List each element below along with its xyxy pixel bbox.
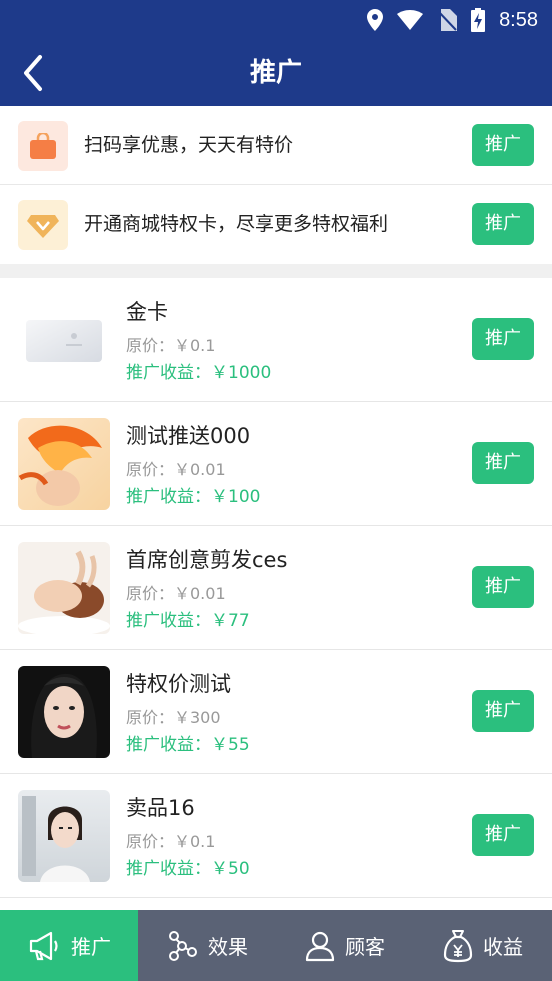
product-price: 原价：￥0.1 (126, 832, 216, 851)
promote-button[interactable]: 推广 (472, 442, 534, 484)
location-icon (367, 9, 384, 31)
promote-button[interactable]: 推广 (472, 318, 534, 360)
product-name: 金卡 (126, 300, 168, 324)
promo-row-scan: 扫码享优惠，天天有特价 推广 (0, 106, 552, 185)
product-name: 测试推送000 (126, 424, 251, 448)
product-price: 原价：￥0.01 (126, 584, 226, 603)
tab-customers[interactable]: 顾客 (276, 910, 414, 981)
promo-text: 开通商城特权卡，尽享更多特权福利 (84, 213, 389, 235)
product-thumbnail (18, 418, 110, 510)
tab-effect[interactable]: 效果 (138, 910, 276, 981)
list-item[interactable]: 测试推送000 原价：￥0.01 推广收益：￥100 推广 (0, 402, 552, 526)
product-name: 特权价测试 (126, 672, 231, 696)
network-icon (169, 930, 197, 961)
list-item[interactable]: 首席创意剪发ces 原价：￥0.01 推广收益：￥77 推广 (0, 526, 552, 650)
status-time: 8:58 (499, 8, 538, 31)
megaphone-icon (29, 931, 58, 960)
tab-label: 顾客 (345, 935, 385, 959)
promo-section: 扫码享优惠，天天有特价 推广 开通商城特权卡，尽享更多特权福利 推广 (0, 106, 552, 264)
promote-button[interactable]: 推广 (472, 690, 534, 732)
nav-bar: 推广 (0, 40, 552, 106)
product-name: 首席创意剪发ces (126, 548, 288, 572)
product-price: 原价：￥0.01 (126, 460, 226, 479)
product-earnings: 推广收益：￥50 (126, 859, 250, 879)
bottom-tab-bar: 推广 效果 顾客 收益 (0, 910, 552, 981)
battery-charging-icon (471, 8, 486, 32)
product-price: 原价：￥300 (126, 708, 221, 727)
money-bag-icon (443, 929, 473, 962)
user-icon (305, 931, 335, 961)
shopping-bag-icon (18, 121, 68, 171)
diamond-card-icon (18, 200, 68, 250)
promo-row-card: 开通商城特权卡，尽享更多特权福利 推广 (0, 185, 552, 264)
page-title: 推广 (249, 58, 302, 88)
product-earnings: 推广收益：￥55 (126, 735, 250, 755)
tab-label: 推广 (71, 935, 111, 959)
list-item[interactable]: 卖品16 原价：￥0.1 推广收益：￥50 推广 (0, 774, 552, 898)
promote-button[interactable]: 推广 (472, 203, 534, 245)
product-earnings: 推广收益：￥1000 (126, 363, 272, 383)
tab-label: 效果 (208, 935, 248, 959)
status-bar: 8:58 (0, 0, 552, 40)
promote-button[interactable]: 推广 (472, 566, 534, 608)
product-thumbnail (18, 790, 110, 882)
wifi-icon (397, 10, 424, 30)
tab-promote[interactable]: 推广 (0, 910, 138, 981)
promote-button[interactable]: 推广 (472, 814, 534, 856)
tab-label: 收益 (483, 935, 523, 959)
no-sim-icon (437, 9, 458, 31)
promote-button[interactable]: 推广 (472, 124, 534, 166)
list-item[interactable]: 金卡 原价：￥0.1 推广收益：￥1000 推广 (0, 278, 552, 402)
product-thumbnail (18, 666, 110, 758)
tab-earnings[interactable]: 收益 (414, 910, 552, 981)
product-name: 卖品16 (126, 796, 195, 820)
product-earnings: 推广收益：￥100 (126, 487, 261, 507)
promo-text: 扫码享优惠，天天有特价 (84, 134, 294, 156)
list-item[interactable]: 特权价测试 原价：￥300 推广收益：￥55 推广 (0, 650, 552, 774)
product-price: 原价：￥0.1 (126, 336, 216, 355)
product-list: 金卡 原价：￥0.1 推广收益：￥1000 推广 测试推送000 原价：￥0.0… (0, 278, 552, 910)
product-thumbnail (18, 294, 110, 386)
product-earnings: 推广收益：￥77 (126, 611, 250, 631)
product-thumbnail (18, 542, 110, 634)
